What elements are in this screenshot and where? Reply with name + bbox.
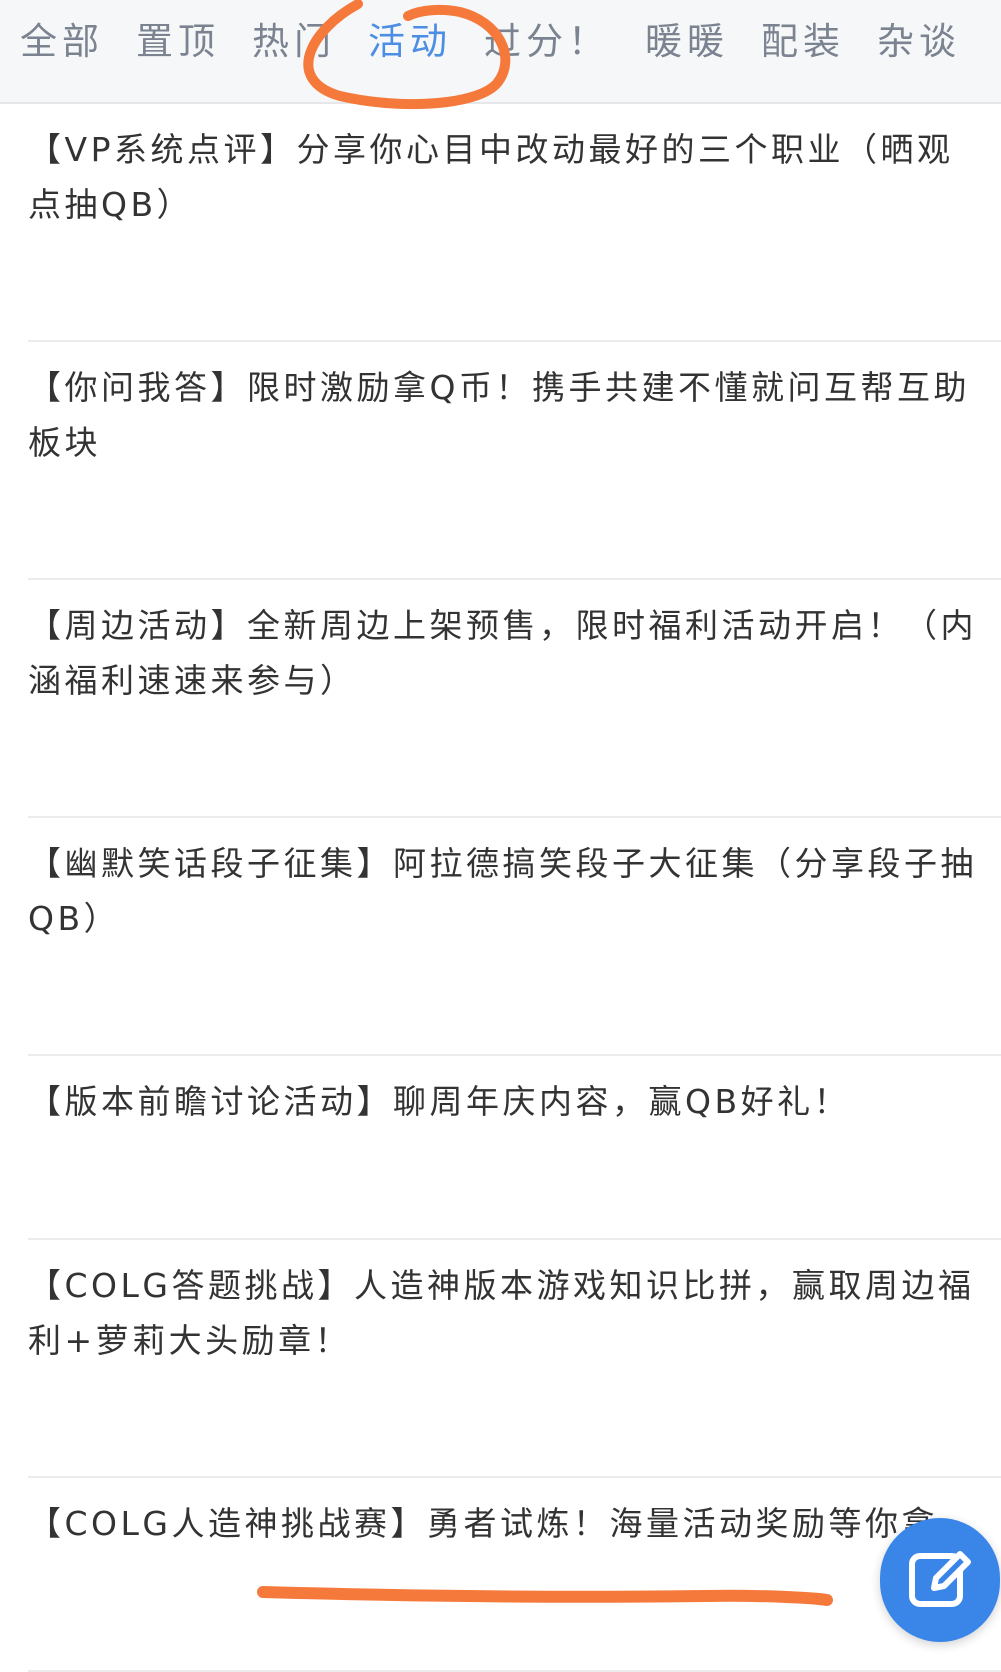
tab-events[interactable]: 活动 bbox=[368, 18, 452, 66]
post-item[interactable]: 【版本前瞻讨论活动】聊周年庆内容，赢QB好礼！ bbox=[28, 1056, 1001, 1240]
category-tab-bar: 全部 置顶 热门 活动 过分！ 暖暖 配装 杂谈 bbox=[0, 0, 1001, 104]
tab-all[interactable]: 全部 bbox=[20, 18, 104, 66]
post-item[interactable]: 【COLG人造神挑战赛】勇者试炼！海量活动奖励等你拿 bbox=[28, 1478, 1001, 1672]
tab-nuannuan[interactable]: 暖暖 bbox=[645, 18, 729, 66]
compose-button[interactable] bbox=[880, 1518, 1000, 1642]
edit-icon bbox=[909, 1551, 971, 1607]
tab-equipment[interactable]: 配装 bbox=[761, 18, 845, 66]
post-item[interactable]: 【COLG答题挑战】人造神版本游戏知识比拼，赢取周边福利+萝莉大头励章！ bbox=[28, 1240, 1001, 1478]
post-title[interactable]: 【COLG人造神挑战赛】勇者试炼！海量活动奖励等你拿 bbox=[28, 1496, 988, 1551]
tab-chat[interactable]: 杂谈 bbox=[877, 18, 961, 66]
post-title[interactable]: 【版本前瞻讨论活动】聊周年庆内容，赢QB好礼！ bbox=[28, 1074, 988, 1129]
post-title[interactable]: 【COLG答题挑战】人造神版本游戏知识比拼，赢取周边福利+萝莉大头励章！ bbox=[28, 1258, 988, 1368]
post-item[interactable]: 【VP系统点评】分享你心目中改动最好的三个职业（晒观点抽QB） bbox=[28, 104, 1001, 342]
tab-excessive[interactable]: 过分！ bbox=[484, 18, 610, 66]
post-title[interactable]: 【VP系统点评】分享你心目中改动最好的三个职业（晒观点抽QB） bbox=[28, 122, 988, 232]
post-title[interactable]: 【幽默笑话段子征集】阿拉德搞笑段子大征集（分享段子抽QB） bbox=[28, 836, 988, 946]
post-item[interactable]: 【周边活动】全新周边上架预售，限时福利活动开启！（内涵福利速速来参与） bbox=[28, 580, 1001, 818]
tab-pinned[interactable]: 置顶 bbox=[136, 18, 220, 66]
tab-hot[interactable]: 热门 bbox=[252, 18, 336, 66]
post-title[interactable]: 【你问我答】限时激励拿Q币！携手共建不懂就问互帮互助板块 bbox=[28, 360, 988, 470]
post-item[interactable]: 【幽默笑话段子征集】阿拉德搞笑段子大征集（分享段子抽QB） bbox=[28, 818, 1001, 1056]
post-title[interactable]: 【周边活动】全新周边上架预售，限时福利活动开启！（内涵福利速速来参与） bbox=[28, 598, 988, 708]
post-item[interactable]: 【你问我答】限时激励拿Q币！携手共建不懂就问互帮互助板块 bbox=[28, 342, 1001, 580]
